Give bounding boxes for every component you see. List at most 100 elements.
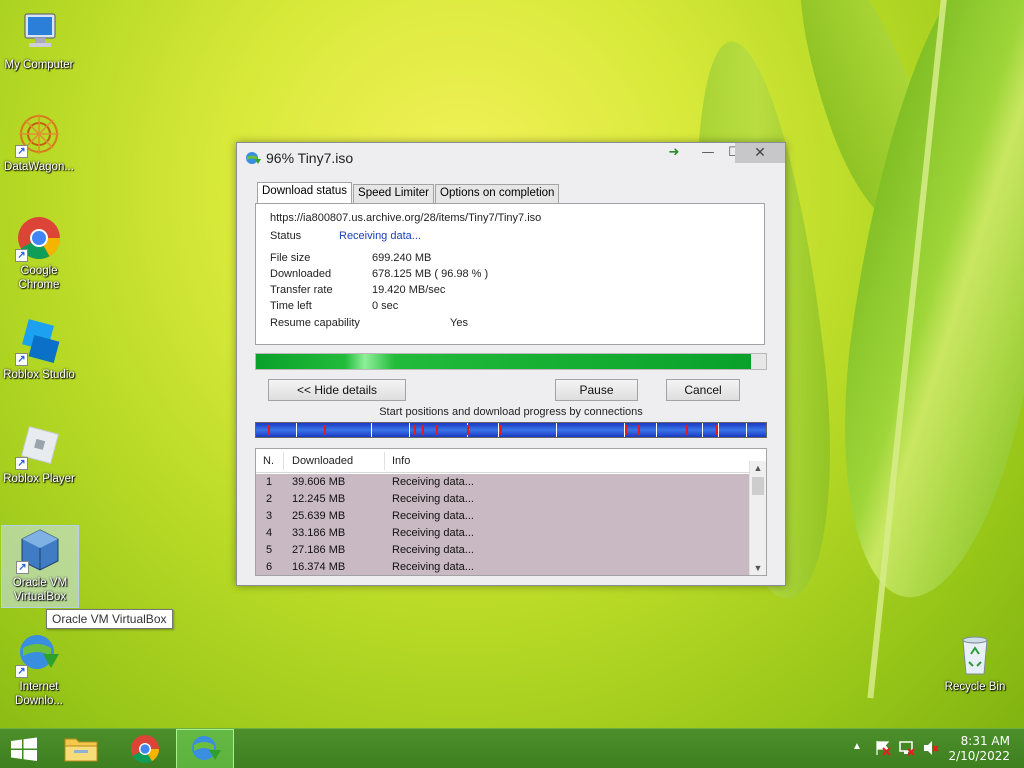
row-info: Receiving data... xyxy=(392,493,474,505)
column-header-downloaded[interactable]: Downloaded xyxy=(292,455,353,467)
action-center-flag-icon[interactable] xyxy=(874,739,892,760)
column-divider[interactable] xyxy=(283,452,284,470)
table-row[interactable]: 6 16.374 MB Receiving data... xyxy=(256,559,749,575)
table-row[interactable]: 2 12.245 MB Receiving data... xyxy=(256,491,749,508)
table-row[interactable]: 4 33.186 MB Receiving data... xyxy=(256,525,749,542)
connections-table: N. Downloaded Info 1 39.606 MB Receiving… xyxy=(255,448,767,576)
desktop-icon-roblox-studio[interactable]: ↗ Roblox Studio xyxy=(0,318,78,382)
desktop-icon-label: Google xyxy=(20,265,58,277)
row-downloaded: 12.245 MB xyxy=(292,493,346,505)
desktop-icon-my-computer[interactable]: My Computer xyxy=(0,8,78,72)
network-icon[interactable] xyxy=(898,739,916,760)
row-number: 1 xyxy=(266,476,273,488)
scroll-down-icon[interactable]: ▼ xyxy=(750,561,766,575)
desktop-icon-label: Roblox Player xyxy=(3,473,75,485)
connection-marker xyxy=(268,425,270,435)
desktop-icon-label: Internet xyxy=(19,681,59,693)
row-number: 6 xyxy=(266,561,273,573)
taskbar-chrome[interactable] xyxy=(116,729,174,768)
table-body: 1 39.606 MB Receiving data... 2 12.245 M… xyxy=(256,474,749,575)
desktop-icon-datawagon[interactable]: ↗ DataWagon... xyxy=(0,110,78,174)
desktop-icon-virtualbox[interactable]: ↗ Oracle VM VirtualBox xyxy=(1,525,79,608)
shortcut-arrow-icon: ↗ xyxy=(15,457,28,470)
table-row[interactable]: 3 25.639 MB Receiving data... xyxy=(256,508,749,525)
connection-boundary xyxy=(498,423,499,437)
desktop-icon-internet-download-manager[interactable]: ↗ Internet Downlo... xyxy=(0,630,78,708)
scroll-up-icon[interactable]: ▲ xyxy=(750,461,766,475)
desktop-icon-label: Roblox Studio xyxy=(3,369,75,381)
resume-capability-value: Yes xyxy=(450,317,468,329)
column-header-number[interactable]: N. xyxy=(263,455,274,467)
column-divider[interactable] xyxy=(384,452,385,470)
desktop-icon-label: Recycle Bin xyxy=(944,681,1006,693)
hide-details-button[interactable]: << Hide details xyxy=(268,379,406,401)
row-number: 5 xyxy=(266,544,273,556)
desktop-icon-label: VirtualBox xyxy=(13,591,67,603)
connection-marker xyxy=(500,425,502,435)
shortcut-arrow-icon: ↗ xyxy=(16,561,29,574)
taskbar-file-explorer[interactable] xyxy=(52,729,110,768)
connection-boundary xyxy=(556,423,557,437)
row-info: Receiving data... xyxy=(392,561,474,573)
taskbar: ▲ 8:31 AM 2/10/2022 xyxy=(0,728,1024,768)
roblox-player-icon: ↗ xyxy=(15,422,63,470)
connection-boundary xyxy=(409,423,410,437)
desktop-icon-label: My Computer xyxy=(4,59,74,71)
row-downloaded: 16.374 MB xyxy=(292,561,346,573)
connection-boundary xyxy=(296,423,297,437)
chrome-icon: ↗ xyxy=(15,214,63,262)
download-url: https://ia800807.us.archive.org/28/items… xyxy=(270,212,542,224)
table-row[interactable]: 1 39.606 MB Receiving data... xyxy=(256,474,749,491)
connection-marker xyxy=(638,425,640,435)
desktop-icon-recycle-bin[interactable]: Recycle Bin xyxy=(936,630,1014,694)
recycle-bin-icon xyxy=(951,630,999,678)
windows-logo-icon xyxy=(11,737,37,761)
tab-download-status[interactable]: Download status xyxy=(257,182,353,203)
close-button[interactable]: ✕ xyxy=(735,143,785,163)
file-size-label: File size xyxy=(270,252,311,264)
tab-options-on-completion[interactable]: Options on completion xyxy=(435,184,560,203)
window-titlebar[interactable]: 96% Tiny7.iso ➜ — ☐ ✕ xyxy=(237,143,785,173)
column-header-info[interactable]: Info xyxy=(392,455,410,467)
download-progress-bar xyxy=(255,353,767,370)
computer-icon xyxy=(15,8,63,56)
clock-date: 2/10/2022 xyxy=(948,749,1010,763)
transfer-rate-value: 19.420 MB/sec xyxy=(372,284,446,296)
desktop-icon-google-chrome[interactable]: ↗ Google Chrome xyxy=(0,214,78,292)
downloaded-label: Downloaded xyxy=(270,268,332,280)
tab-speed-limiter[interactable]: Speed Limiter xyxy=(353,184,434,203)
volume-muted-icon[interactable] xyxy=(922,739,940,760)
row-info: Receiving data... xyxy=(392,544,474,556)
table-scrollbar[interactable]: ▲ ▼ xyxy=(749,461,766,575)
taskbar-internet-download-manager[interactable] xyxy=(176,729,234,768)
show-hidden-icon[interactable]: ▲ xyxy=(852,741,862,752)
minimize-button[interactable]: — xyxy=(695,143,721,163)
cancel-button[interactable]: Cancel xyxy=(666,379,740,401)
scroll-thumb[interactable] xyxy=(752,477,764,495)
desktop-icon-label: Oracle VM xyxy=(12,577,68,589)
connection-boundary xyxy=(702,423,703,437)
minimize-to-tray-icon[interactable]: ➜ xyxy=(659,143,689,163)
connection-boundary xyxy=(371,423,372,437)
row-info: Receiving data... xyxy=(392,527,474,539)
desktop-icon-roblox-player[interactable]: ↗ Roblox Player xyxy=(0,422,78,486)
row-downloaded: 27.186 MB xyxy=(292,544,346,556)
idm-icon: ↗ xyxy=(15,630,63,678)
progress-fill xyxy=(256,354,751,369)
connection-marker xyxy=(625,425,627,435)
tab-bar: Download status Speed Limiter Options on… xyxy=(257,182,560,203)
download-status-panel: https://ia800807.us.archive.org/28/items… xyxy=(255,203,765,345)
connection-boundary xyxy=(656,423,657,437)
roblox-studio-icon: ↗ xyxy=(15,318,63,366)
pause-button[interactable]: Pause xyxy=(555,379,638,401)
window-title: 96% Tiny7.iso xyxy=(266,150,354,166)
desktop-icon-label: Downlo... xyxy=(15,695,63,707)
shortcut-arrow-icon: ↗ xyxy=(15,665,28,678)
connection-marker xyxy=(686,425,688,435)
row-info: Receiving data... xyxy=(392,510,474,522)
start-button[interactable] xyxy=(0,729,48,768)
table-row[interactable]: 5 27.186 MB Receiving data... xyxy=(256,542,749,559)
row-downloaded: 25.639 MB xyxy=(292,510,346,522)
file-size-value: 699.240 MB xyxy=(372,252,432,264)
taskbar-clock[interactable]: 8:31 AM 2/10/2022 xyxy=(948,734,1010,764)
